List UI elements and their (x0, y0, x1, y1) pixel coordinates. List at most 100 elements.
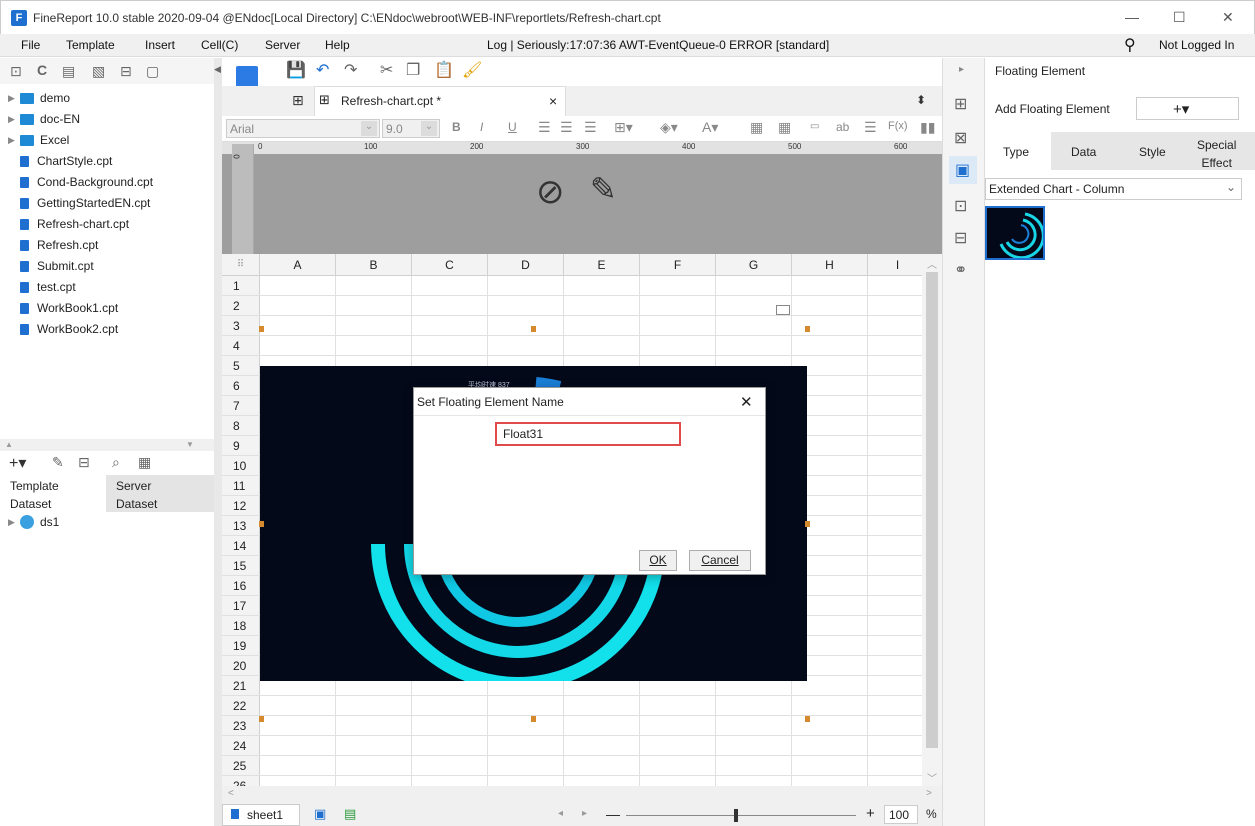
select-all-corner[interactable]: ⠿ (222, 254, 260, 276)
maximize-button[interactable]: ☐ (1173, 9, 1186, 26)
new-folder-icon[interactable]: ⊡ (10, 63, 22, 80)
row-header-2[interactable]: 2 (222, 296, 260, 316)
floating-element-icon[interactable]: ▣ (949, 156, 977, 184)
row-header-8[interactable]: 8 (222, 416, 260, 436)
zoom-slider[interactable] (626, 815, 856, 816)
chart-icon[interactable]: ▮▮ (920, 119, 935, 136)
row-header-14[interactable]: 14 (222, 536, 260, 556)
row-header-7[interactable]: 7 (222, 396, 260, 416)
scroll-thumb[interactable] (926, 272, 938, 748)
vertical-scrollbar[interactable]: ︿ ﹀ (922, 254, 942, 786)
cell-element-icon[interactable]: ⊠ (954, 128, 967, 148)
copy-icon[interactable]: ❐ (406, 60, 420, 80)
border-icon[interactable]: ⊞▾ (614, 119, 633, 136)
expand-panel-icon[interactable]: ▸ (959, 64, 964, 75)
delete-icon[interactable]: ⊟ (78, 454, 90, 471)
row-header-4[interactable]: 4 (222, 336, 260, 356)
italic-icon[interactable]: I (480, 120, 483, 134)
unmerge-icon[interactable]: ▦ (778, 119, 791, 136)
cell-expand-icon[interactable] (776, 305, 790, 315)
row-header-9[interactable]: 9 (222, 436, 260, 456)
resize-handle[interactable] (259, 716, 264, 722)
row-header-24[interactable]: 24 (222, 736, 260, 756)
next-sheet-icon[interactable]: ▸ (582, 808, 587, 819)
row-header-25[interactable]: 25 (222, 756, 260, 776)
font-color-icon[interactable]: A▾ (702, 119, 718, 136)
column-header-d[interactable]: D (488, 254, 564, 276)
scroll-down-icon[interactable]: ﹀ (927, 770, 937, 785)
edit-icon[interactable]: ✎ (52, 454, 64, 471)
align-left-icon[interactable]: ☰ (538, 119, 551, 136)
add-dashboard-sheet-icon[interactable]: ▤ (344, 806, 356, 822)
merge-icon[interactable]: ▦ (750, 119, 763, 136)
widget-settings-icon[interactable]: ⊡ (954, 196, 967, 216)
column-header-h[interactable]: H (792, 254, 868, 276)
sheet-tab[interactable]: sheet1 (222, 804, 300, 826)
tree-file[interactable]: WorkBook1.cpt (8, 298, 118, 318)
properties-icon[interactable]: ▤ (62, 63, 75, 80)
column-header-e[interactable]: E (564, 254, 640, 276)
align-center-icon[interactable]: ☰ (560, 119, 573, 136)
tree-file[interactable]: Submit.cpt (8, 256, 94, 276)
scroll-right-icon[interactable]: > (926, 788, 932, 799)
underline-icon[interactable]: U (508, 120, 517, 134)
column-header-c[interactable]: C (412, 254, 488, 276)
resize-handle[interactable] (805, 716, 810, 722)
delete-icon[interactable]: ⊟ (120, 63, 132, 80)
close-tab-icon[interactable]: × (549, 93, 557, 109)
chart-type-select[interactable]: Extended Chart - Column ⌄ (985, 178, 1242, 200)
zoom-in-button[interactable]: + (866, 805, 875, 822)
refresh-icon[interactable]: C (37, 62, 47, 78)
resize-handle[interactable] (805, 521, 810, 527)
locate-icon[interactable]: ▧ (92, 63, 105, 80)
row-header-12[interactable]: 12 (222, 496, 260, 516)
save-icon[interactable]: 💾 (286, 60, 306, 80)
row-header-1[interactable]: 1 (222, 276, 260, 296)
paste-icon[interactable]: 📋 (434, 60, 454, 80)
resize-handle[interactable] (531, 326, 536, 332)
zoom-slider-thumb[interactable] (734, 809, 738, 822)
dataset-settings-icon[interactable]: ▦ (138, 454, 151, 471)
row-header-17[interactable]: 17 (222, 596, 260, 616)
tree-file[interactable]: GettingStartedEN.cpt (8, 193, 150, 213)
expand-arrow-icon[interactable]: ▶ (8, 114, 20, 125)
hyperlink-icon[interactable]: ⚭ (954, 260, 967, 280)
column-header-i[interactable]: I (868, 254, 928, 276)
column-header-g[interactable]: G (716, 254, 792, 276)
fill-color-icon[interactable]: ◈▾ (660, 119, 678, 136)
collapse-icon[interactable]: ▢ (146, 63, 159, 80)
text-icon[interactable]: ab (836, 120, 849, 134)
minimize-button[interactable]: — (1125, 9, 1139, 25)
log-status[interactable]: Log | Seriously:17:07:36 AWT-EventQueue-… (487, 38, 829, 52)
add-report-sheet-icon[interactable]: ▣ (314, 806, 326, 822)
close-button[interactable]: ✕ (1222, 9, 1234, 26)
menu-insert[interactable]: Insert (145, 38, 175, 52)
add-floating-element-button[interactable]: +▾ (1136, 97, 1239, 120)
formula-icon[interactable]: F(x) (888, 120, 908, 132)
panel-divider[interactable]: ◀ (214, 58, 222, 826)
cancel-button[interactable]: Cancel (689, 550, 751, 571)
tree-file[interactable]: Refresh-chart.cpt (8, 214, 129, 234)
search-icon[interactable]: ⚲ (1124, 35, 1136, 55)
expand-arrow-icon[interactable]: ▶ (8, 135, 20, 146)
condition-attribute-icon[interactable]: ⊟ (954, 228, 967, 248)
row-header-5[interactable]: 5 (222, 356, 260, 376)
tab-template-dataset[interactable]: Template Dataset (0, 475, 106, 512)
row-header-10[interactable]: 10 (222, 456, 260, 476)
floating-name-input[interactable]: Float31 (495, 422, 681, 446)
bold-icon[interactable]: B (452, 120, 461, 134)
dialog-close-button[interactable]: ✕ (740, 393, 753, 411)
row-header-15[interactable]: 15 (222, 556, 260, 576)
prev-sheet-icon[interactable]: ◂ (558, 808, 563, 819)
menu-help[interactable]: Help (325, 38, 350, 52)
panel-splitter[interactable]: ▲ ▼ (0, 439, 214, 451)
widget-icon[interactable]: ▭ (810, 121, 819, 132)
row-header-22[interactable]: 22 (222, 696, 260, 716)
tree-file[interactable]: test.cpt (8, 277, 76, 297)
new-template-icon[interactable]: ⊞ (292, 92, 304, 109)
undo-icon[interactable]: ↶ (316, 60, 329, 80)
row-header-21[interactable]: 21 (222, 676, 260, 696)
add-dataset-icon[interactable]: +▾ (9, 453, 26, 473)
hide-icon[interactable]: ⊘ (536, 172, 565, 212)
ok-button[interactable]: OK (639, 550, 677, 571)
